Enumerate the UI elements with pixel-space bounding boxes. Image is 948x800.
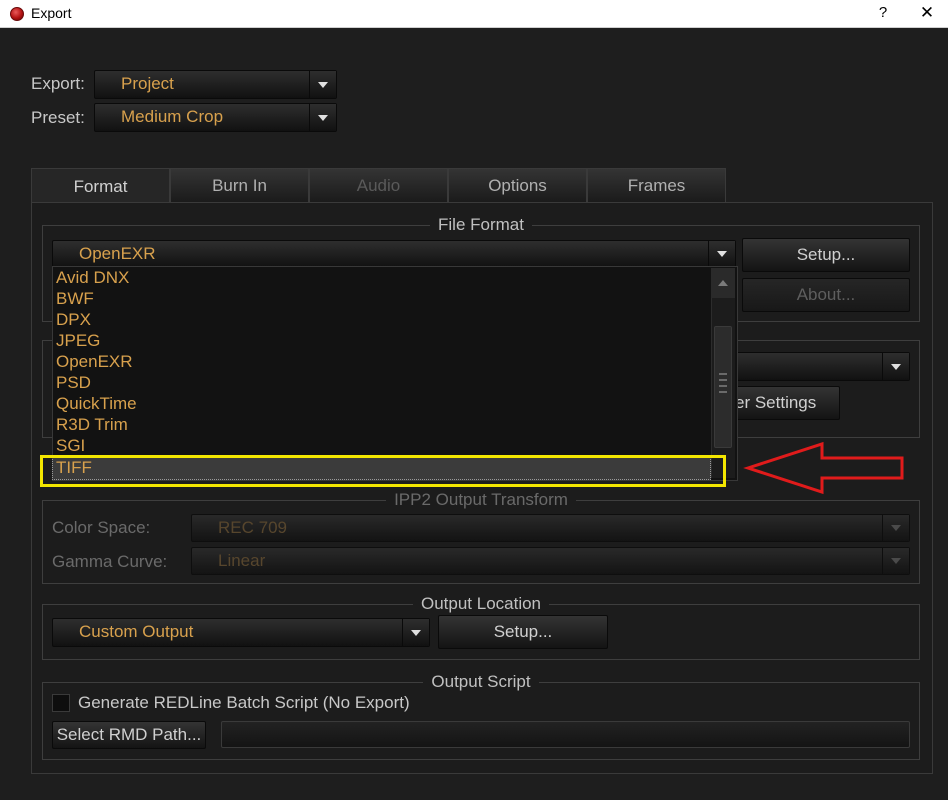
- select-rmd-path-button[interactable]: Select RMD Path...: [52, 721, 206, 749]
- list-item-openexr[interactable]: OpenEXR: [56, 351, 133, 372]
- grip-icon: [719, 391, 727, 393]
- scrollbar-thumb[interactable]: [714, 326, 732, 448]
- list-item-r3d-trim[interactable]: R3D Trim: [56, 414, 128, 435]
- file-format-select[interactable]: OpenEXR: [52, 240, 736, 268]
- tab-frames[interactable]: Frames: [587, 168, 726, 203]
- preset-select-value: Medium Crop: [121, 107, 224, 126]
- color-space-value: REC 709: [218, 518, 287, 537]
- rmd-path-field[interactable]: [221, 721, 910, 748]
- tab-options[interactable]: Options: [448, 168, 587, 203]
- output-location-select[interactable]: Custom Output: [52, 618, 430, 647]
- chevron-down-icon[interactable]: [882, 548, 909, 574]
- list-item-psd[interactable]: PSD: [56, 372, 91, 393]
- file-format-dropdown-list: [52, 266, 738, 481]
- list-item-bwf[interactable]: BWF: [56, 288, 94, 309]
- chevron-down-icon[interactable]: [402, 619, 429, 646]
- settings-button[interactable]: er Settings: [724, 386, 840, 420]
- tab-burn-in[interactable]: Burn In: [170, 168, 309, 203]
- generate-batch-script-label: Generate REDLine Batch Script (No Export…: [78, 693, 410, 712]
- file-format-select-value: OpenEXR: [79, 244, 156, 263]
- export-label: Export:: [31, 74, 85, 93]
- chevron-down-icon[interactable]: [882, 515, 909, 541]
- chevron-down-icon[interactable]: [309, 71, 336, 98]
- chevron-down-icon[interactable]: [309, 104, 336, 131]
- window-title: Export: [31, 5, 72, 21]
- chevron-down-icon[interactable]: [708, 241, 735, 267]
- export-select-value: Project: [121, 74, 174, 93]
- grip-icon: [719, 373, 727, 375]
- tab-format[interactable]: Format: [31, 168, 170, 204]
- grip-icon: [719, 379, 727, 381]
- list-item-dpx[interactable]: DPX: [56, 309, 91, 330]
- list-item-avid-dnx[interactable]: Avid DNX: [56, 267, 129, 288]
- scroll-up-arrow-icon[interactable]: [711, 268, 735, 298]
- list-item-jpeg[interactable]: JPEG: [56, 330, 100, 351]
- color-space-label: Color Space:: [52, 518, 151, 537]
- generate-batch-script-checkbox[interactable]: [52, 694, 70, 712]
- help-button[interactable]: ?: [872, 2, 894, 24]
- gamma-curve-label: Gamma Curve:: [52, 552, 168, 571]
- file-format-about-button[interactable]: About...: [742, 278, 910, 312]
- color-space-select[interactable]: REC 709: [191, 514, 910, 542]
- red-app-icon: [10, 7, 24, 21]
- gamma-curve-value: Linear: [218, 551, 266, 570]
- file-format-setup-button[interactable]: Setup...: [742, 238, 910, 272]
- preset-select[interactable]: Medium Crop: [94, 103, 337, 132]
- hidden-select[interactable]: [736, 352, 910, 381]
- list-item-sgi[interactable]: SGI: [56, 435, 85, 456]
- tab-audio[interactable]: Audio: [309, 168, 448, 203]
- preset-label: Preset:: [31, 108, 85, 127]
- yellow-highlight-box: [40, 455, 726, 487]
- chevron-down-icon[interactable]: [882, 353, 909, 380]
- grip-icon: [719, 385, 727, 387]
- close-button[interactable]: ✕: [916, 2, 938, 24]
- red-arrow-annotation: [743, 441, 904, 495]
- output-location-setup-button[interactable]: Setup...: [438, 615, 608, 649]
- gamma-curve-select[interactable]: Linear: [191, 547, 910, 575]
- output-location-value: Custom Output: [79, 622, 194, 641]
- title-bar: [0, 0, 948, 28]
- list-item-quicktime[interactable]: QuickTime: [56, 393, 137, 414]
- export-select[interactable]: Project: [94, 70, 337, 99]
